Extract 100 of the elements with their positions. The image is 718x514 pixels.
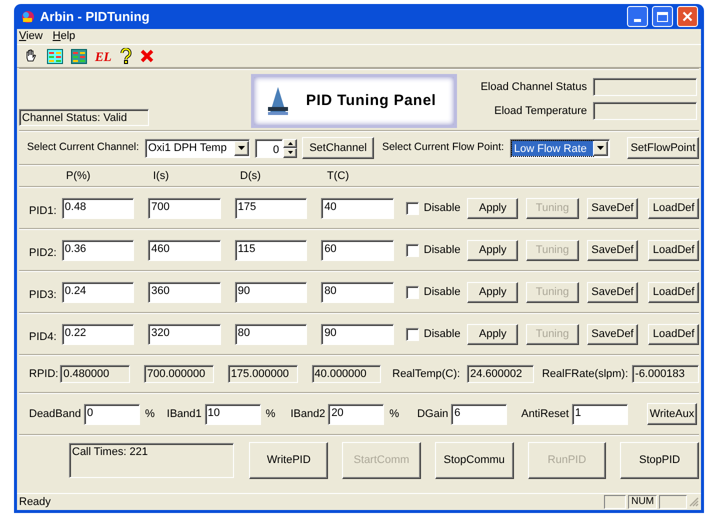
log-field: Call Times: 221	[69, 442, 234, 478]
readout-field: 40.000000	[312, 365, 382, 383]
push-button[interactable]: StopCommu	[434, 442, 514, 478]
text-field[interactable]: 6	[451, 404, 508, 424]
resize-grip-icon[interactable]	[689, 497, 699, 507]
push-button[interactable]: Apply	[467, 282, 518, 302]
list-icon[interactable]	[71, 48, 87, 64]
checkbox-label[interactable]: Disable	[424, 242, 460, 258]
window-title: Arbin - PIDTuning	[40, 8, 151, 26]
list-icon[interactable]	[47, 48, 63, 64]
column-header: I(s)	[153, 168, 170, 184]
text-field[interactable]: 0.22	[62, 324, 134, 344]
unit-label: %	[389, 406, 400, 422]
row-label: PID3:	[29, 288, 58, 303]
push-button[interactable]: WriteAux	[647, 403, 697, 425]
push-button[interactable]: Apply	[467, 198, 518, 218]
spin-field[interactable]: 0	[255, 138, 284, 158]
push-button[interactable]: SetFlowPoint	[627, 137, 699, 159]
readout-field: 175.000000	[228, 365, 298, 383]
row-label: PID4:	[29, 330, 58, 345]
text-field[interactable]: 90	[234, 282, 308, 302]
column-header: D(s)	[240, 168, 262, 184]
push-button[interactable]: SaveDef	[586, 324, 638, 344]
text-field[interactable]: 40	[321, 198, 394, 218]
readout-field: 0.480000	[60, 365, 130, 383]
push-button[interactable]: LoadDef	[648, 324, 699, 344]
push-button[interactable]: SaveDef	[586, 282, 638, 302]
field-label: Select Current Channel:	[27, 140, 140, 156]
flow-dropdown[interactable]: Low Flow Rate	[510, 138, 610, 158]
status-text: Ready	[19, 494, 52, 510]
push-button[interactable]: Apply	[467, 240, 518, 260]
close-icon	[682, 11, 693, 22]
push-button[interactable]: StopPID	[620, 442, 699, 478]
push-button[interactable]: LoadDef	[648, 240, 699, 260]
push-button[interactable]: LoadDef	[648, 198, 699, 218]
text-field[interactable]: 0.36	[62, 240, 134, 260]
text-field[interactable]: 175	[234, 198, 308, 218]
field-label: DeadBand	[29, 406, 81, 422]
text-field[interactable]: 20	[328, 404, 384, 424]
channel-dropdown[interactable]: Oxi1 DPH Temp	[145, 138, 250, 158]
text-field[interactable]: 320	[148, 324, 221, 344]
text-field[interactable]: 80	[234, 324, 308, 344]
minimize-button[interactable]	[627, 6, 648, 27]
push-button[interactable]: SaveDef	[586, 198, 638, 218]
column-header: T(C)	[327, 168, 350, 184]
checkbox-label[interactable]: Disable	[424, 326, 460, 342]
help-icon[interactable]	[120, 48, 132, 64]
text-field[interactable]: 360	[148, 282, 221, 302]
push-button[interactable]: WritePID	[249, 442, 328, 478]
status-field: Channel Status: Valid	[19, 109, 149, 126]
unit-label: %	[145, 406, 155, 422]
field-label: AntiReset	[521, 406, 569, 422]
text-field[interactable]: 0.24	[62, 282, 134, 302]
field-label: Select Current Flow Point:	[382, 140, 504, 156]
field-label: RealTemp(C):	[392, 366, 460, 382]
row-label: RPID:	[29, 366, 60, 382]
text-field[interactable]: 10	[204, 404, 261, 424]
status-indicator: NUM	[628, 495, 657, 509]
checkbox-label[interactable]: Disable	[424, 284, 460, 300]
panel-title: PID Tuning Panel	[306, 90, 436, 111]
row-label: PID2:	[29, 246, 58, 261]
checkbox[interactable]	[406, 202, 419, 214]
field-label: Eload Channel Status	[480, 82, 587, 92]
close-button[interactable]	[677, 6, 698, 27]
readout-field: 24.600002	[467, 365, 534, 383]
text-field[interactable]: 60	[321, 240, 394, 260]
checkbox[interactable]	[406, 328, 419, 340]
row-label: PID1:	[29, 204, 58, 219]
field-label: Eload Temperature	[494, 106, 587, 116]
push-button[interactable]: SaveDef	[586, 240, 638, 260]
field-label: IBand2	[290, 406, 326, 422]
text-field[interactable]: 700	[148, 198, 221, 218]
checkbox[interactable]	[406, 286, 419, 298]
maximize-button[interactable]	[652, 6, 673, 27]
field-label: RealFRate(slpm):	[542, 366, 628, 382]
field-label: IBand1	[166, 406, 202, 422]
text-field[interactable]: 0.48	[62, 198, 134, 218]
text-field[interactable]: 1	[572, 404, 628, 424]
text-field[interactable]: 90	[321, 324, 394, 344]
text-field[interactable]: 460	[148, 240, 221, 260]
column-header: P(%)	[66, 168, 92, 184]
checkbox-label[interactable]: Disable	[424, 200, 460, 216]
spin-buttons[interactable]	[283, 138, 298, 158]
text-field[interactable]: 115	[234, 240, 308, 260]
unit-label: %	[266, 406, 276, 422]
app-icon	[20, 8, 36, 24]
close-icon[interactable]	[140, 49, 154, 63]
menu-item[interactable]: View	[19, 31, 43, 42]
push-button[interactable]: LoadDef	[648, 282, 699, 302]
push-button[interactable]: Apply	[467, 324, 518, 344]
status-pane	[604, 495, 626, 509]
menu-item[interactable]: Help	[52, 31, 76, 42]
toolbar-button[interactable]: EL	[95, 50, 112, 62]
readout-field: -6.000183	[632, 365, 700, 383]
checkbox[interactable]	[406, 244, 419, 256]
push-button[interactable]: SetChannel	[302, 137, 374, 159]
text-field[interactable]: 0	[84, 404, 140, 424]
status-pane	[659, 495, 687, 509]
field-label: DGain	[417, 406, 448, 422]
text-field[interactable]: 80	[321, 282, 394, 302]
